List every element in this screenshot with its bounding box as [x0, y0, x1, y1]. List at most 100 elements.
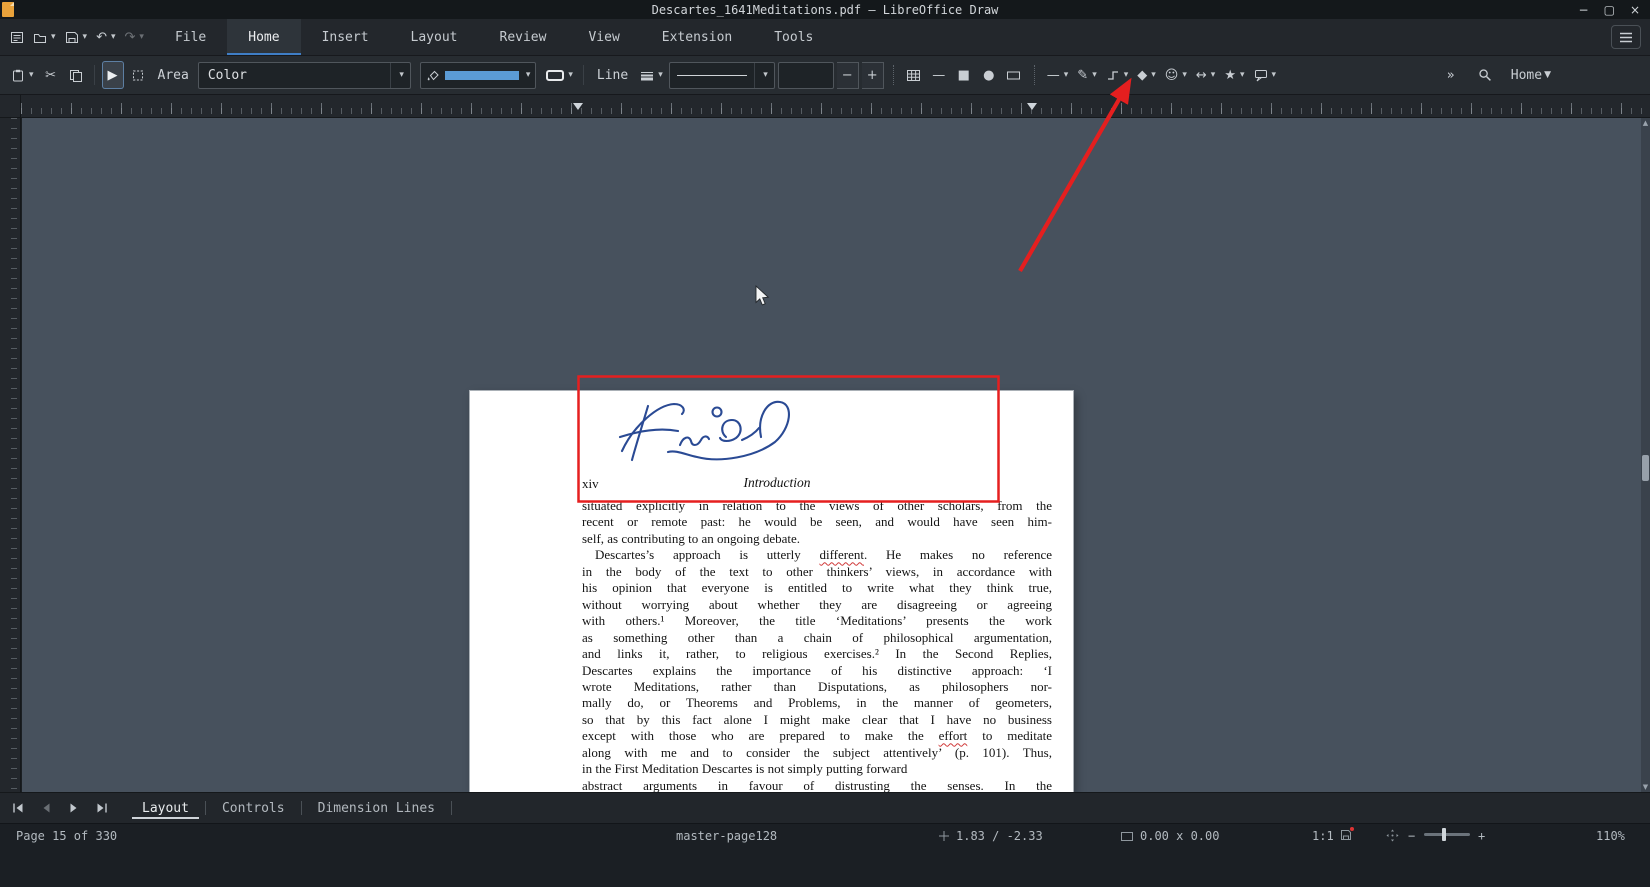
tab-insert[interactable]: Insert: [301, 19, 390, 55]
text-line: with others.¹ Moreover, the title ‘Medit…: [582, 613, 1052, 629]
titlebar[interactable]: Descartes_1641Meditations.pdf — LibreOff…: [0, 0, 1650, 19]
text-line: Descartes’s approach is utterly differen…: [582, 547, 1052, 563]
maximize-button[interactable]: ▢: [1604, 3, 1615, 17]
scale-status[interactable]: 1:1: [1312, 829, 1334, 843]
zoom-fit-button[interactable]: [1386, 829, 1399, 842]
tab-layer-controls[interactable]: Controls: [212, 797, 295, 819]
tab-layout[interactable]: Layout: [390, 19, 479, 55]
fill-color-picker[interactable]: [420, 62, 537, 89]
save-button[interactable]: [62, 24, 91, 50]
paste-button[interactable]: [8, 61, 37, 89]
border-style-button[interactable]: [543, 61, 576, 89]
select-tool-button[interactable]: ▶: [102, 61, 124, 89]
drawing-canvas[interactable]: xiv Introduction situated explicitly in …: [22, 118, 1650, 792]
ruler-margin-marker[interactable]: [1027, 103, 1037, 110]
ruler-margin-marker[interactable]: [573, 103, 583, 110]
zoom-level-status[interactable]: 110%: [1596, 829, 1625, 843]
page-body-text[interactable]: situated explicitly in relation to the v…: [582, 498, 1052, 792]
lines-and-arrows-button[interactable]: —: [1044, 61, 1072, 89]
zoom-slider[interactable]: [1424, 833, 1470, 836]
insert-textbox-button[interactable]: [1003, 61, 1025, 89]
insert-table-button[interactable]: [903, 61, 925, 89]
text-line: self, as contributing to an ongoing deba…: [582, 531, 1052, 547]
pdf-page[interactable]: xiv Introduction situated explicitly in …: [470, 391, 1073, 792]
text-line: along with me and to consider the subjec…: [582, 745, 1052, 761]
tab-layer-layout[interactable]: Layout: [132, 797, 199, 819]
zoom-slider-thumb[interactable]: [1442, 828, 1446, 841]
block-arrows-button[interactable]: ↔: [1193, 61, 1218, 89]
ellipse-button[interactable]: ●: [978, 61, 1000, 89]
fill-style-select[interactable]: Color: [198, 62, 411, 89]
double-chevron-icon: »: [1447, 69, 1455, 82]
line-style-button[interactable]: [637, 61, 666, 89]
toolbar-dotted-separator: [893, 65, 894, 85]
ruler-major-ticks: [21, 103, 1650, 114]
basic-shapes-button[interactable]: ◆: [1134, 61, 1159, 89]
edit-points-button[interactable]: [127, 61, 149, 89]
increase-width-button[interactable]: +: [862, 62, 884, 89]
ellipse-icon: ●: [983, 69, 994, 82]
open-button[interactable]: [30, 24, 59, 50]
scrollbar-thumb[interactable]: [1642, 455, 1649, 481]
close-button[interactable]: ×: [1630, 3, 1640, 17]
tab-separator: [301, 801, 302, 815]
find-replace-button[interactable]: [1474, 61, 1496, 89]
go-first-page-button[interactable]: [6, 797, 30, 819]
line-width-input[interactable]: [778, 62, 834, 89]
horizontal-ruler[interactable]: [0, 95, 1650, 118]
fill-style-caret[interactable]: [390, 63, 410, 88]
rectangle-button[interactable]: ■: [953, 61, 975, 89]
tab-home[interactable]: Home: [227, 19, 300, 55]
line-style-icon: [640, 70, 654, 81]
star-icon: ★: [1224, 69, 1236, 82]
menubar-toggle-button[interactable]: [7, 24, 27, 50]
text-line: so that by this fact alone I might make …: [582, 712, 1052, 728]
go-previous-page-button[interactable]: [34, 797, 58, 819]
go-last-page-button[interactable]: [90, 797, 114, 819]
table-icon: [906, 69, 921, 82]
line-icon: —: [932, 69, 945, 82]
sidebar-deck-select[interactable]: Home ▼: [1508, 61, 1554, 89]
zoom-slider-track[interactable]: [1424, 833, 1470, 836]
window-title: Descartes_1641Meditations.pdf — LibreOff…: [652, 3, 999, 17]
callouts-button[interactable]: [1251, 61, 1280, 89]
copy-button[interactable]: [65, 61, 87, 89]
decrease-width-button[interactable]: −: [837, 62, 859, 89]
tab-extension[interactable]: Extension: [641, 19, 753, 55]
save-status[interactable]: [1340, 829, 1352, 841]
tab-layer-dimension-lines[interactable]: Dimension Lines: [308, 797, 445, 819]
text-line: wrote Meditations, rather than Disputati…: [582, 679, 1052, 695]
vertical-ruler[interactable]: [0, 118, 21, 792]
hamburger-menu-button[interactable]: [1611, 25, 1641, 49]
tab-view[interactable]: View: [567, 19, 640, 55]
line-style-caret[interactable]: [754, 63, 774, 88]
curves-polygons-button[interactable]: ✎: [1074, 61, 1099, 89]
diamond-icon: ◆: [1137, 69, 1147, 82]
minimize-button[interactable]: −: [1579, 3, 1589, 17]
line-style-select[interactable]: [669, 62, 775, 89]
zoom-in-button[interactable]: +: [1478, 829, 1485, 843]
go-next-page-button[interactable]: [62, 797, 86, 819]
tab-review[interactable]: Review: [479, 19, 568, 55]
master-page-status[interactable]: master-page128: [676, 829, 777, 843]
smiley-icon: ☺: [1165, 69, 1179, 82]
tab-file[interactable]: File: [154, 19, 227, 55]
connectors-button[interactable]: [1103, 61, 1132, 89]
vertical-scrollbar[interactable]: ▲ ▼: [1641, 118, 1650, 792]
scroll-down-arrow[interactable]: ▼: [1641, 782, 1650, 792]
stars-banners-button[interactable]: ★: [1221, 61, 1247, 89]
zoom-out-button[interactable]: −: [1408, 829, 1415, 843]
undo-button[interactable]: ↶: [93, 24, 118, 50]
signature-drawing[interactable]: [608, 393, 858, 478]
symbol-shapes-button[interactable]: ☺: [1162, 61, 1190, 89]
redo-button[interactable]: ↷: [122, 24, 147, 50]
overflow-button[interactable]: »: [1440, 61, 1462, 89]
tab-tools[interactable]: Tools: [753, 19, 834, 55]
scroll-up-arrow[interactable]: ▲: [1641, 118, 1650, 128]
hamburger-icon: [1619, 32, 1633, 43]
text-line: situated explicitly in relation to the v…: [582, 498, 1052, 514]
cut-button[interactable]: ✂: [40, 61, 62, 89]
insert-line-button[interactable]: —: [928, 61, 950, 89]
text-line: without worrying about whether they are …: [582, 597, 1052, 613]
size-icon: [1120, 831, 1134, 842]
